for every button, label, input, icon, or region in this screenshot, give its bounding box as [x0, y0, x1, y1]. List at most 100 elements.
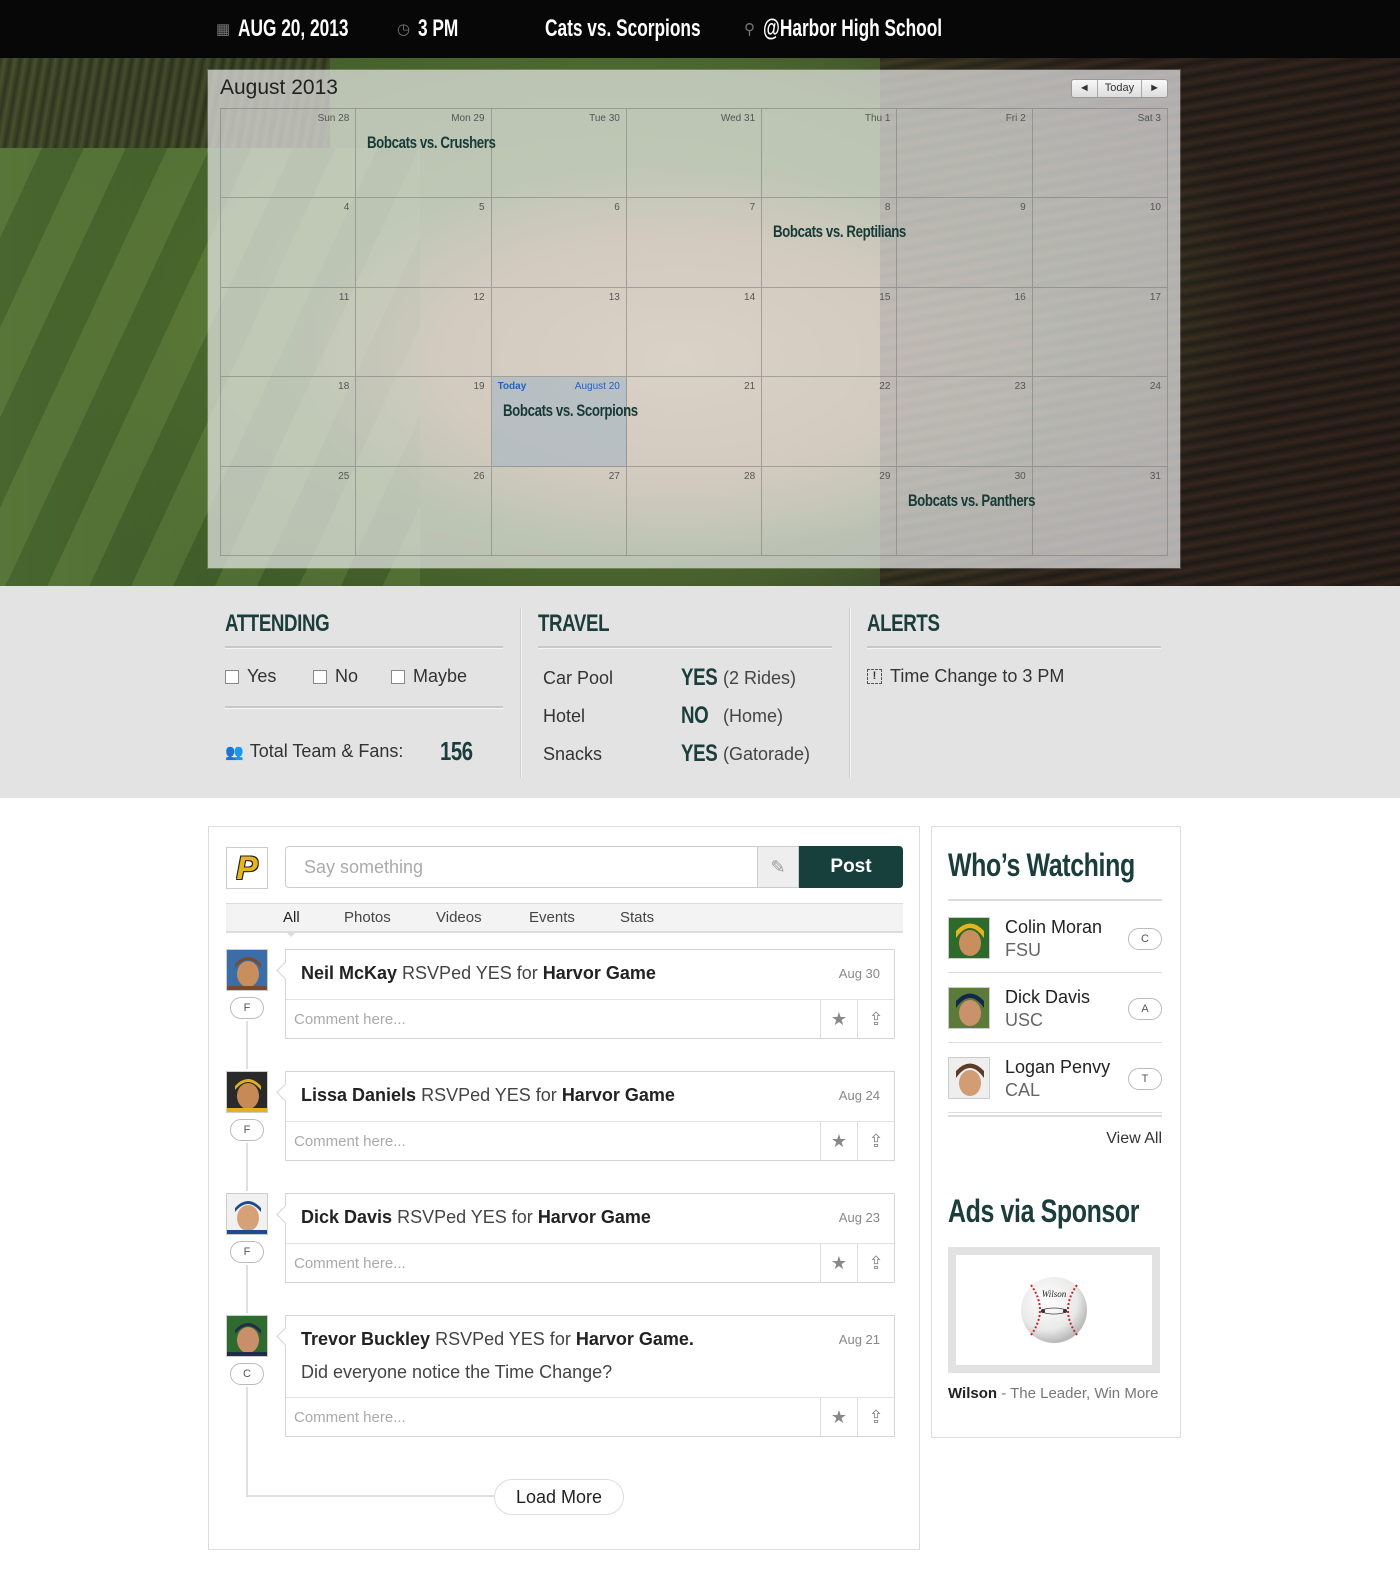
status-input[interactable]	[286, 847, 757, 887]
calendar-day-cell[interactable]: 13	[491, 287, 627, 378]
travel-label: Hotel	[543, 706, 586, 726]
calendar-day-cell[interactable]: 9	[897, 198, 1033, 288]
post-author[interactable]: Trevor Buckley	[301, 1329, 430, 1349]
calendar-day-cell[interactable]: 16	[897, 287, 1033, 378]
paperclip-icon[interactable]: ✎	[757, 846, 799, 888]
post-button[interactable]: Post	[799, 846, 903, 888]
comment-input[interactable]	[286, 1122, 822, 1160]
calendar-day-cell[interactable]: 29	[762, 466, 898, 556]
calendar-day-cell[interactable]: Tue 30	[491, 109, 627, 199]
share-icon[interactable]: ⇪	[857, 1398, 894, 1436]
tab-all[interactable]: All	[283, 909, 300, 937]
calendar-day-cell[interactable]: 17	[1032, 287, 1168, 378]
view-all-link[interactable]: View All	[1106, 1130, 1162, 1148]
checkbox-box[interactable]	[391, 669, 405, 684]
comment-input[interactable]	[286, 1000, 822, 1038]
calendar-next-button[interactable]: ►	[1141, 80, 1167, 97]
calendar-today-button[interactable]: Today	[1096, 80, 1141, 97]
post-target[interactable]: Harvor Game	[562, 1085, 675, 1105]
watcher-name[interactable]: Colin Moran	[1005, 917, 1102, 938]
calendar-day-cell[interactable]: 10	[1032, 198, 1168, 288]
calendar-day-cell[interactable]: 22	[762, 377, 898, 467]
share-icon[interactable]: ⇪	[857, 1122, 894, 1160]
calendar-day-cell[interactable]: 15	[762, 287, 898, 378]
user-avatar[interactable]	[226, 1315, 268, 1357]
calendar-day-cell[interactable]: 28	[626, 466, 763, 556]
calendar-day-cell[interactable]: 23	[897, 377, 1033, 467]
calendar-day-cell[interactable]: 11	[221, 287, 357, 378]
calendar-day-cell[interactable]: 12	[356, 287, 492, 378]
tab-videos[interactable]: Videos	[436, 909, 482, 926]
watcher-name[interactable]: Dick Davis	[1005, 987, 1090, 1008]
calendar-day-cell[interactable]: 27	[491, 466, 627, 556]
calendar-day-cell[interactable]: 31	[1032, 466, 1168, 556]
watcher-name[interactable]: Logan Penvy	[1005, 1057, 1110, 1078]
calendar-day-cell[interactable]: 8 Bobcats vs. Reptilians	[762, 198, 906, 288]
rsvp-no-checkbox[interactable]: No	[313, 666, 358, 687]
calendar-day-cell[interactable]: 19	[356, 377, 492, 467]
feed-post: Lissa Daniels RSVPed YES for Harvor Game…	[285, 1071, 895, 1161]
tab-stats[interactable]: Stats	[620, 909, 654, 926]
star-icon[interactable]: ★	[820, 1398, 857, 1436]
today-label: Today	[497, 381, 527, 393]
comment-input[interactable]	[286, 1244, 822, 1282]
calendar-day-cell[interactable]: 4	[221, 198, 357, 288]
calendar-day-cell[interactable]: 6	[491, 198, 627, 288]
checkbox-box[interactable]	[313, 669, 327, 684]
calendar-day-cell[interactable]: 24	[1032, 377, 1168, 467]
calendar-day-cell[interactable]: 25	[221, 466, 357, 556]
watcher-row[interactable]: Colin Moran FSU C	[948, 903, 1162, 973]
role-badge: F	[230, 1241, 264, 1263]
star-icon[interactable]: ★	[820, 1122, 857, 1160]
calendar-day-cell[interactable]: Wed 31	[626, 109, 763, 199]
rsvp-yes-checkbox[interactable]: Yes	[225, 666, 276, 687]
post-author[interactable]: Neil McKay	[301, 963, 397, 983]
post-author[interactable]: Dick Davis	[301, 1207, 392, 1227]
calendar-day-cell[interactable]: Sat 3	[1032, 109, 1168, 199]
divider	[867, 646, 1161, 649]
post-author[interactable]: Lissa Daniels	[301, 1085, 416, 1105]
comment-input[interactable]	[286, 1398, 822, 1436]
calendar-day-cell[interactable]: Thu 1	[762, 109, 898, 199]
user-avatar[interactable]	[226, 1193, 268, 1235]
star-icon[interactable]: ★	[820, 1244, 857, 1282]
calendar-day-cell[interactable]: 21	[626, 377, 763, 467]
calendar-day-cell[interactable]: Mon 29 Bobcats vs. Crushers	[356, 109, 496, 199]
watcher-row[interactable]: Logan Penvy CAL T	[948, 1043, 1162, 1113]
tab-photos[interactable]: Photos	[344, 909, 391, 926]
calendar-event[interactable]: Bobcats vs. Scorpions	[503, 401, 638, 421]
calendar-day-cell[interactable]: 30 Bobcats vs. Panthers	[897, 466, 1036, 556]
checkbox-box[interactable]	[225, 669, 239, 684]
calendar-event[interactable]: Bobcats vs. Reptilians	[773, 222, 906, 242]
post-target[interactable]: Harvor Game	[576, 1329, 689, 1349]
watcher-row[interactable]: Dick Davis USC A	[948, 973, 1162, 1043]
user-avatar[interactable]	[226, 949, 268, 991]
star-icon[interactable]: ★	[820, 1000, 857, 1038]
calendar-day-cell[interactable]: 18	[221, 377, 357, 467]
calendar-day-cell[interactable]: Fri 2	[897, 109, 1033, 199]
event-location[interactable]: ⚲ @Harbor High School	[744, 0, 1012, 58]
calendar-day-cell[interactable]: Today August 20 Bobcats vs. Scorpions	[491, 377, 638, 467]
sponsor-ad[interactable]: Wilson	[948, 1247, 1160, 1373]
rsvp-maybe-checkbox[interactable]: Maybe	[391, 666, 467, 687]
post-target[interactable]: Harvor Game	[543, 963, 656, 983]
user-avatar[interactable]	[226, 1071, 268, 1113]
calendar-day-cell[interactable]: 7	[626, 198, 763, 288]
share-icon[interactable]: ⇪	[857, 1244, 894, 1282]
calendar-day-cell[interactable]: 14	[626, 287, 763, 378]
calendar-day-number: 22	[879, 381, 891, 393]
share-icon[interactable]: ⇪	[857, 1000, 894, 1038]
post-target[interactable]: Harvor Game	[538, 1207, 651, 1227]
calendar-event[interactable]: Bobcats vs. Panthers	[908, 491, 1035, 511]
calendar-prev-button[interactable]: ◄	[1072, 80, 1097, 97]
calendar-event[interactable]: Bobcats vs. Crushers	[367, 133, 496, 153]
user-avatar[interactable]	[948, 917, 990, 959]
calendar-day-cell[interactable]: Sun 28	[221, 109, 357, 199]
tab-events[interactable]: Events	[529, 909, 575, 926]
user-avatar[interactable]	[948, 1057, 990, 1099]
load-more-button[interactable]: Load More	[494, 1479, 624, 1515]
ad-image[interactable]: Wilson	[956, 1255, 1152, 1365]
calendar-day-cell[interactable]: 5	[356, 198, 492, 288]
user-avatar[interactable]	[948, 987, 990, 1029]
calendar-day-cell[interactable]: 26	[356, 466, 492, 556]
